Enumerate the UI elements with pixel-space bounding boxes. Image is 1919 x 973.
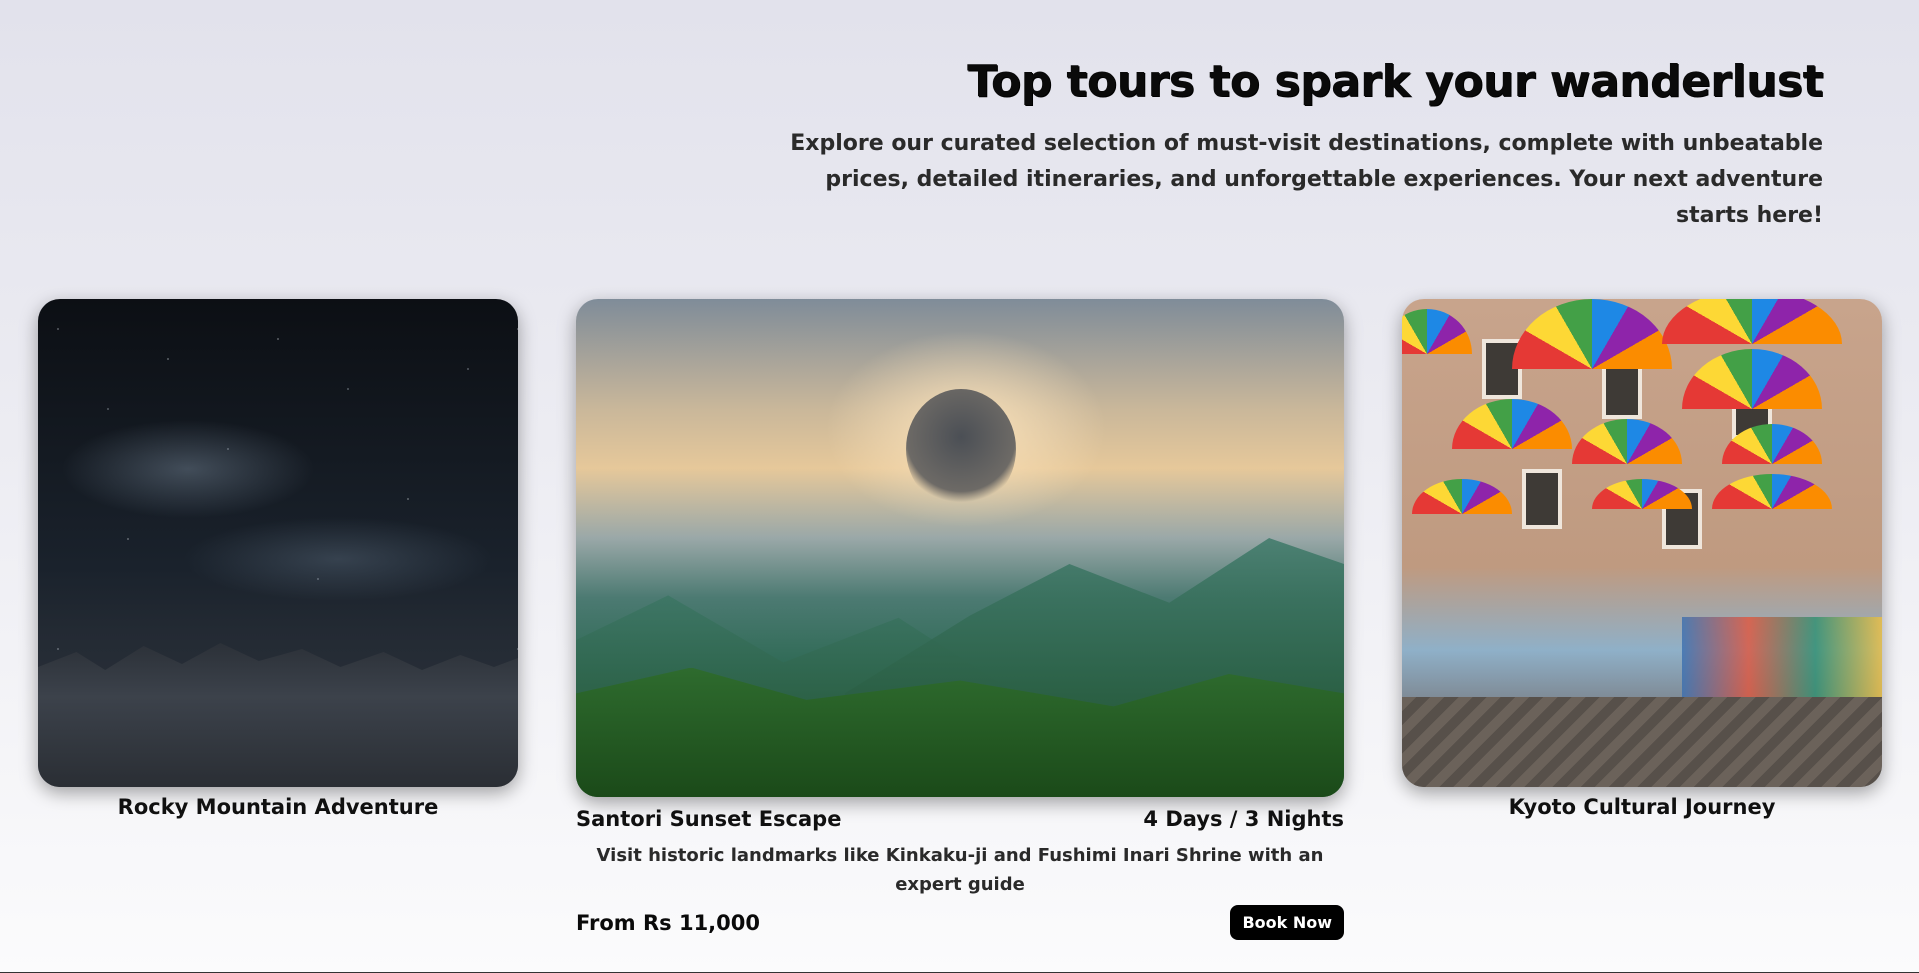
umbrella-decoration <box>1682 349 1822 409</box>
building-window <box>1522 469 1562 529</box>
tour-title: Rocky Mountain Adventure <box>117 795 439 819</box>
cloud-decoration <box>906 389 1016 509</box>
umbrella-decoration <box>1452 399 1572 449</box>
tour-title-row: Santori Sunset Escape 4 Days / 3 Nights <box>576 807 1344 831</box>
graffiti-wall <box>1682 617 1882 697</box>
hero-subtitle: Explore our curated selection of must-vi… <box>790 131 1823 228</box>
umbrella-decoration <box>1712 474 1832 509</box>
tour-footer-row: From Rs 11,000 Book Now <box>576 905 1344 940</box>
umbrella-decoration <box>1412 479 1512 514</box>
tour-duration: 4 Days / 3 Nights <box>1143 807 1344 831</box>
tour-price: From Rs 11,000 <box>576 910 760 935</box>
tour-card-santori[interactable]: Santori Sunset Escape 4 Days / 3 Nights … <box>576 299 1344 940</box>
tour-description: Visit historic landmarks like Kinkaku-ji… <box>596 845 1324 895</box>
hero-section: Top tours to spark your wanderlust Explo… <box>773 52 1823 234</box>
tour-image-night-sky[interactable] <box>38 299 518 787</box>
tour-image-mountain-valley[interactable] <box>576 299 1344 797</box>
umbrella-decoration <box>1512 299 1672 369</box>
tour-image-umbrella-street[interactable] <box>1402 299 1882 787</box>
book-now-button[interactable]: Book Now <box>1230 905 1344 940</box>
tour-card-kyoto[interactable]: Kyoto Cultural Journey <box>1402 299 1882 819</box>
tour-card-rocky-mountain[interactable]: Rocky Mountain Adventure <box>38 299 518 819</box>
forest-foreground <box>576 667 1344 797</box>
umbrella-decoration <box>1662 299 1842 344</box>
tour-title: Kyoto Cultural Journey <box>1508 795 1776 819</box>
umbrella-decoration <box>1592 479 1692 509</box>
tour-title: Santori Sunset Escape <box>576 807 842 831</box>
umbrella-decoration <box>1402 309 1472 354</box>
umbrella-decoration <box>1572 419 1682 464</box>
hero-title: Top tours to spark your wanderlust <box>967 56 1823 107</box>
cobblestone-street <box>1402 697 1882 787</box>
